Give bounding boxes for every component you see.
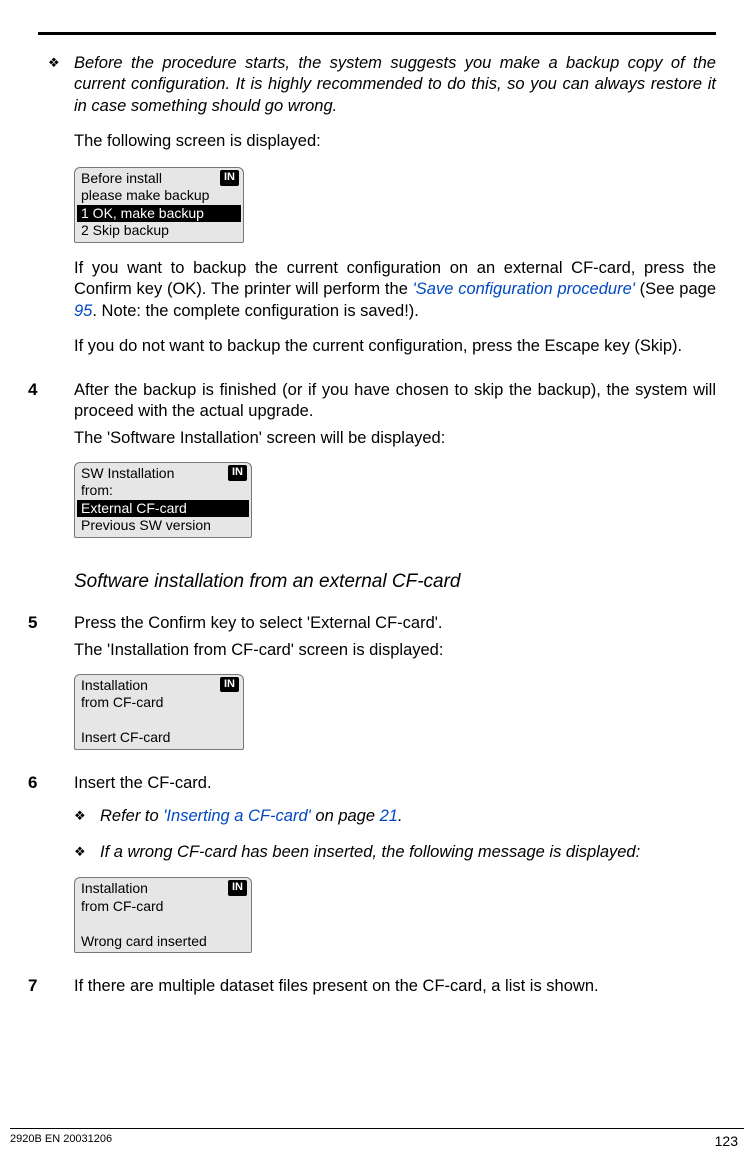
step5-text1: Press the Confirm key to select 'Externa… <box>74 613 716 634</box>
step-number: 6 <box>28 773 74 800</box>
footer-docid: 2920B EN 20031206 <box>10 1133 112 1149</box>
step-4: 4 After the backup is finished (or if yo… <box>28 380 716 456</box>
link-inserting-cf[interactable]: 'Inserting a CF-card' <box>163 807 311 825</box>
lcd-before-install: Before install IN please make backup 1 O… <box>74 167 244 243</box>
lcd-line: Installation <box>81 677 148 693</box>
lcd-line-empty <box>75 712 243 730</box>
lcd-line: Previous SW version <box>75 517 251 537</box>
lcd-line: please make backup <box>75 187 243 205</box>
bullet-diamond-icon: ❖ <box>74 844 100 863</box>
note-wrong-card: ❖ If a wrong CF-card has been inserted, … <box>74 842 716 863</box>
step4-text2: The 'Software Installation' screen will … <box>74 428 716 449</box>
step-5: 5 Press the Confirm key to select 'Exter… <box>28 613 716 668</box>
link-page-95[interactable]: 95 <box>74 302 92 320</box>
lcd-line: 2 Skip backup <box>75 222 243 242</box>
step-7: 7 If there are multiple dataset files pr… <box>28 976 716 1003</box>
lcd-line: from CF-card <box>75 898 251 916</box>
link-page-21[interactable]: 21 <box>380 807 398 825</box>
link-save-config[interactable]: 'Save configuration procedure' <box>413 280 635 298</box>
note-text: Before the procedure starts, the system … <box>74 53 716 117</box>
note-backup-recommend: ❖ Before the procedure starts, the syste… <box>48 53 716 117</box>
in-badge: IN <box>228 465 247 481</box>
lcd-wrong-card: Installation IN from CF-card Wrong card … <box>74 877 252 953</box>
lcd-install-from-cf: Installation IN from CF-card Insert CF-c… <box>74 674 244 750</box>
lcd-line: Installation <box>81 880 148 896</box>
lcd-line: SW Installation <box>81 465 174 481</box>
top-rule <box>38 32 716 35</box>
footer-page-number: 123 <box>715 1133 744 1149</box>
lcd-line: from: <box>75 482 251 500</box>
step-number: 4 <box>28 380 74 456</box>
in-badge: IN <box>220 677 239 693</box>
note-text: Refer to 'Inserting a CF-card' on page 2… <box>100 806 716 827</box>
lcd-sw-installation: SW Installation IN from: External CF-car… <box>74 462 252 538</box>
step-6: 6 Insert the CF-card. <box>28 773 716 800</box>
para-skip-backup: If you do not want to backup the current… <box>74 336 716 357</box>
step5-text2: The 'Installation from CF-card' screen i… <box>74 640 716 661</box>
step-number: 5 <box>28 613 74 668</box>
lcd-line-selected: 1 OK, make backup <box>77 205 241 223</box>
step6-text: Insert the CF-card. <box>74 773 716 794</box>
step-number: 7 <box>28 976 74 1003</box>
note-refer-insert: ❖ Refer to 'Inserting a CF-card' on page… <box>74 806 716 827</box>
para-following-screen: The following screen is displayed: <box>74 131 716 152</box>
in-badge: IN <box>220 170 239 186</box>
in-badge: IN <box>228 880 247 896</box>
lcd-line: Insert CF-card <box>75 729 243 749</box>
lcd-line-selected: External CF-card <box>77 500 249 518</box>
lcd-line-empty <box>75 915 251 933</box>
step7-text: If there are multiple dataset files pres… <box>74 976 716 997</box>
bullet-diamond-icon: ❖ <box>48 55 74 117</box>
step4-text1: After the backup is finished (or if you … <box>74 380 716 423</box>
lcd-line: Before install <box>81 170 162 186</box>
lcd-line: Wrong card inserted <box>75 933 251 953</box>
subheading-sw-install: Software installation from an external C… <box>74 571 716 593</box>
para-backup-confirm: If you want to backup the current config… <box>74 258 716 322</box>
note-text: If a wrong CF-card has been inserted, th… <box>100 842 716 863</box>
page-footer: 2920B EN 20031206 123 <box>10 1128 744 1149</box>
bullet-diamond-icon: ❖ <box>74 808 100 827</box>
lcd-line: from CF-card <box>75 694 243 712</box>
